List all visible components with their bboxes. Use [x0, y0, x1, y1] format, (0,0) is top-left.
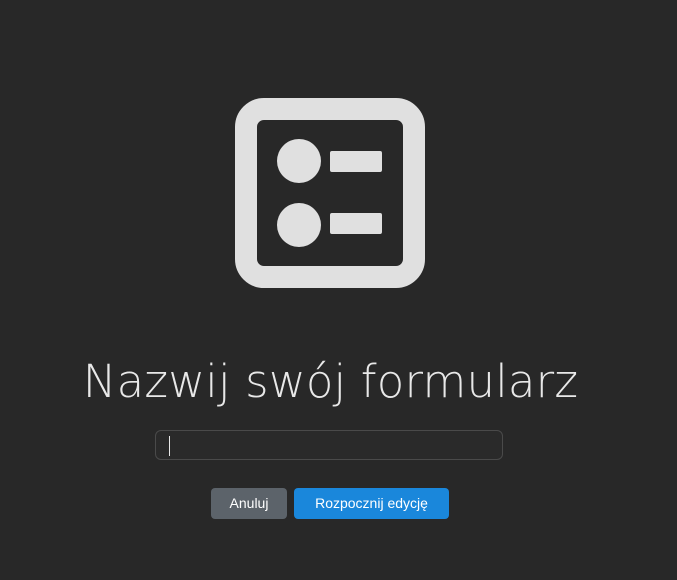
dialog-title: Nazwij swój formularz: [82, 355, 579, 408]
text-caret: [169, 436, 170, 456]
name-form-dialog: Nazwij swój formularz Anuluj Rozpocznij …: [0, 0, 677, 580]
form-name-input[interactable]: [155, 430, 503, 460]
start-editing-button[interactable]: Rozpocznij edycję: [294, 488, 449, 519]
form-list-icon: [235, 98, 425, 288]
cancel-button[interactable]: Anuluj: [211, 488, 287, 519]
